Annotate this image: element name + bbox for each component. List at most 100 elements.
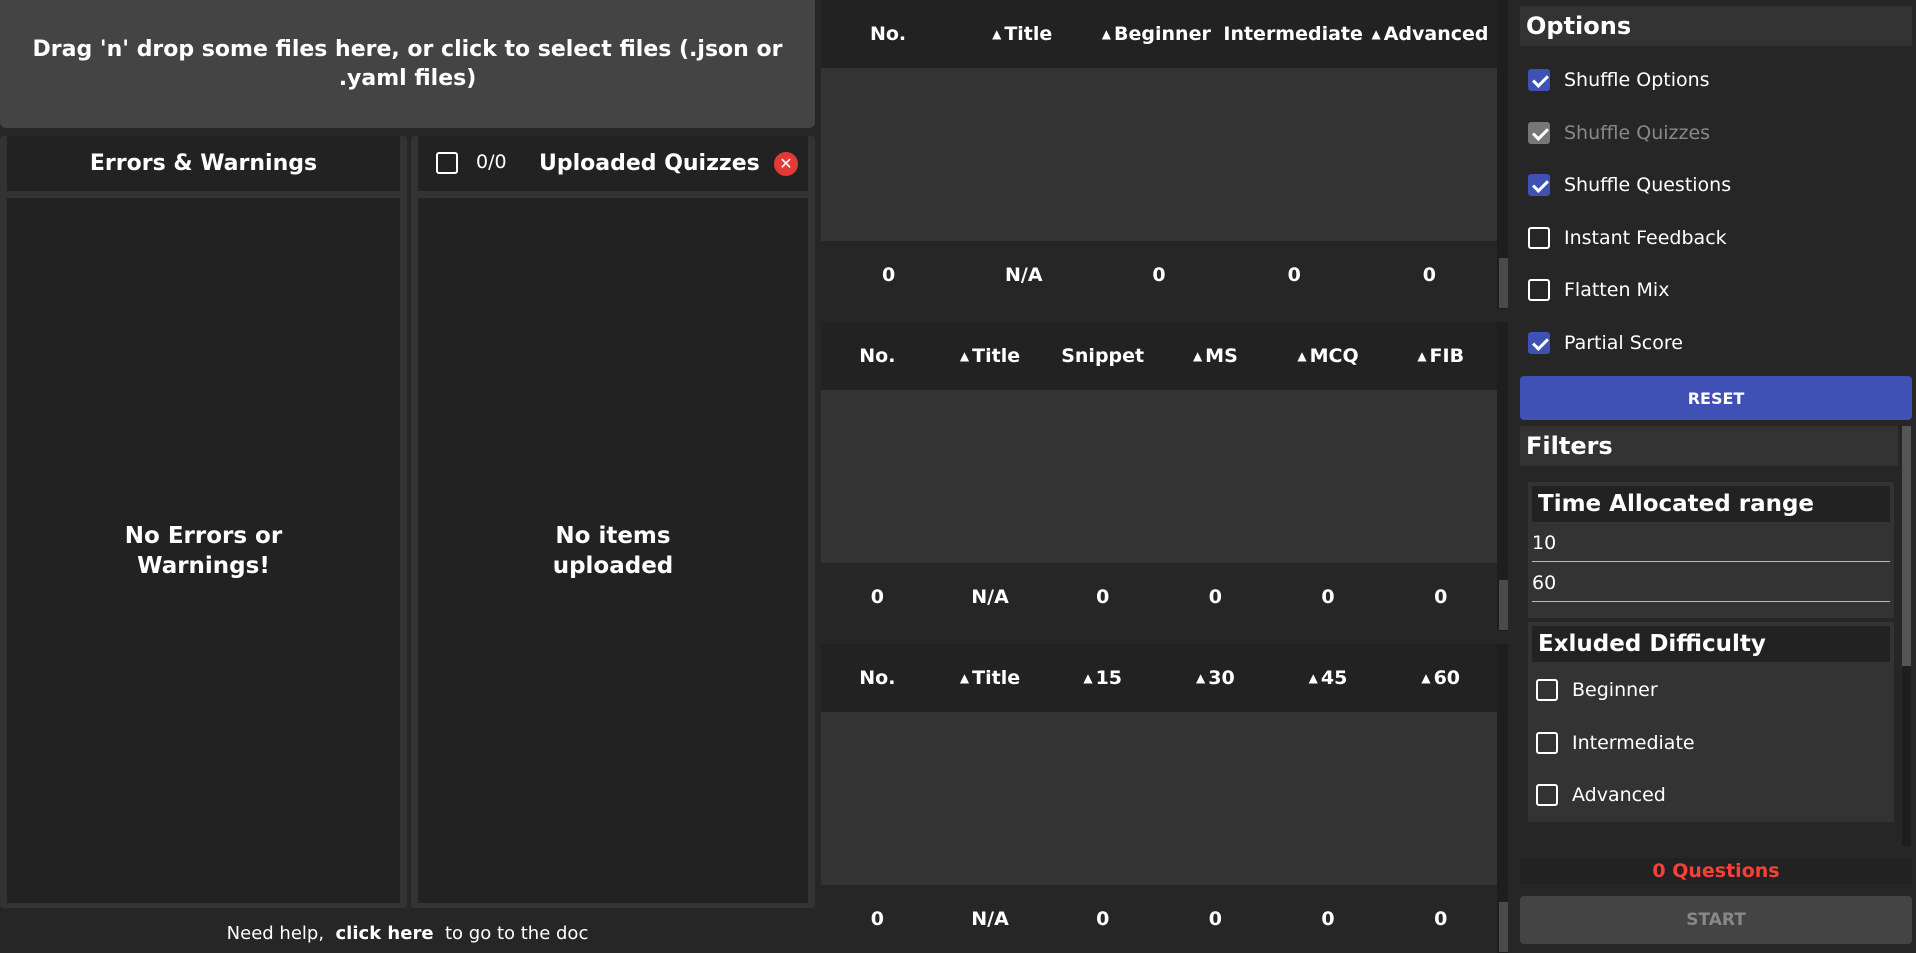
- difficulty-beginner[interactable]: Beginner: [1532, 670, 1890, 710]
- footer-cell: 0: [1208, 908, 1222, 930]
- sort-arrow-icon[interactable]: ▲: [960, 671, 969, 685]
- footer-cell: 0: [1096, 908, 1110, 930]
- sort-arrow-icon[interactable]: ▲: [1083, 671, 1092, 685]
- option-label: Partial Score: [1564, 332, 1683, 354]
- table-body: [821, 390, 1497, 563]
- table-footer: 0 N/A 0 0 0 0: [821, 563, 1497, 631]
- help-prefix: Need help,: [226, 923, 325, 944]
- sort-arrow-icon[interactable]: ▲: [1102, 27, 1111, 41]
- options-title: Options: [1520, 6, 1912, 46]
- column-header: No.: [821, 0, 955, 68]
- partial-score-checkbox[interactable]: [1528, 332, 1550, 354]
- filters-title: Filters: [1520, 426, 1898, 466]
- column-header[interactable]: ▲ 15: [1046, 644, 1159, 712]
- column-header[interactable]: ▲ MS: [1159, 322, 1272, 390]
- option-flatten-mix[interactable]: Flatten Mix: [1520, 272, 1669, 308]
- option-shuffle-questions[interactable]: Shuffle Questions: [1520, 167, 1731, 203]
- footer-cell: 0: [870, 908, 884, 930]
- footer-cell: 0: [1422, 264, 1437, 286]
- filters-panel: Filters Time Allocated range 10 60 Exlud…: [1520, 426, 1912, 846]
- sort-arrow-icon[interactable]: ▲: [1421, 671, 1430, 685]
- file-dropzone[interactable]: Drag 'n' drop some files here, or click …: [0, 0, 815, 128]
- shuffle-options-checkbox[interactable]: [1528, 69, 1550, 91]
- scrollbar-thumb[interactable]: [1499, 902, 1508, 952]
- footer-cell: 0: [1321, 586, 1335, 608]
- shuffle-questions-checkbox[interactable]: [1528, 174, 1550, 196]
- select-all-checkbox[interactable]: [436, 152, 458, 174]
- column-header[interactable]: ▲ 60: [1384, 644, 1497, 712]
- sort-arrow-icon[interactable]: ▲: [1297, 349, 1306, 363]
- sort-arrow-icon[interactable]: ▲: [960, 349, 969, 363]
- table-header: No. ▲ Title ▲ Beginner Intermediate ▲ Advanced: [821, 0, 1497, 68]
- sort-arrow-icon[interactable]: ▲: [992, 27, 1001, 41]
- option-partial-score[interactable]: Partial Score: [1520, 325, 1683, 361]
- column-header-label: Advanced: [1383, 23, 1489, 45]
- difficulty-title: Exluded Difficulty: [1532, 626, 1890, 662]
- column-header: No.: [821, 644, 934, 712]
- table-scrollbar[interactable]: [1497, 0, 1508, 309]
- time-range-filter: Time Allocated range 10 60: [1528, 482, 1894, 618]
- table-scrollbar[interactable]: [1497, 322, 1508, 631]
- column-header-label: 15: [1095, 667, 1123, 689]
- option-label: Instant Feedback: [1564, 227, 1727, 249]
- table-header: No. ▲ Title ▲ 15 ▲ 30 ▲ 45 ▲ 60: [821, 644, 1497, 712]
- footer-cell: 0: [1287, 264, 1301, 286]
- footer-cell: 0: [1096, 586, 1110, 608]
- column-header-label: MCQ: [1309, 345, 1359, 367]
- sort-arrow-icon[interactable]: ▲: [1196, 671, 1205, 685]
- sort-arrow-icon[interactable]: ▲: [1417, 349, 1426, 363]
- intermediate-checkbox[interactable]: [1536, 732, 1558, 754]
- column-header[interactable]: ▲ 45: [1272, 644, 1385, 712]
- sort-arrow-icon[interactable]: ▲: [1371, 27, 1380, 41]
- scrollbar-thumb[interactable]: [1902, 426, 1911, 666]
- column-header[interactable]: ▲ Beginner: [1089, 0, 1223, 68]
- option-instant-feedback[interactable]: Instant Feedback: [1520, 220, 1727, 256]
- sort-arrow-icon[interactable]: ▲: [1309, 671, 1318, 685]
- beginner-checkbox[interactable]: [1536, 679, 1558, 701]
- reset-button[interactable]: RESET: [1520, 376, 1912, 420]
- time-max-input[interactable]: 60: [1532, 564, 1890, 602]
- column-header-label: Title: [972, 345, 1021, 367]
- footer-cell: 0: [1208, 586, 1222, 608]
- table-scrollbar[interactable]: [1497, 644, 1508, 953]
- column-header-label: Intermediate: [1223, 23, 1363, 45]
- column-header-label: 45: [1320, 667, 1348, 689]
- footer-cell: 0: [881, 264, 896, 286]
- quizzes-panel-title: Uploaded Quizzes: [539, 151, 760, 176]
- column-header-label: MS: [1205, 345, 1238, 367]
- column-header[interactable]: ▲ FIB: [1384, 322, 1497, 390]
- quizzes-selected-count: 0/0: [476, 151, 507, 173]
- column-header[interactable]: ▲ 30: [1159, 644, 1272, 712]
- time-min-input[interactable]: 10: [1532, 524, 1890, 562]
- sort-arrow-icon[interactable]: ▲: [1193, 349, 1202, 363]
- option-shuffle-options[interactable]: Shuffle Options: [1520, 62, 1710, 98]
- column-header: Snippet: [1046, 322, 1159, 390]
- column-header-label: No.: [869, 23, 907, 45]
- clear-quizzes-close-icon[interactable]: ✕: [774, 152, 798, 176]
- errors-panel-title: Errors & Warnings: [89, 151, 318, 176]
- footer-cell: 0: [1321, 908, 1335, 930]
- advanced-checkbox[interactable]: [1536, 784, 1558, 806]
- footer-cell: 0: [1434, 586, 1448, 608]
- scrollbar-thumb[interactable]: [1499, 580, 1508, 630]
- footer-cell: 0: [1434, 908, 1448, 930]
- filters-scrollbar[interactable]: [1902, 426, 1911, 846]
- flatten-mix-checkbox[interactable]: [1528, 279, 1550, 301]
- footer-cell: N/A: [971, 908, 1009, 930]
- quizzes-empty-message: No items uploaded: [552, 522, 674, 579]
- column-header: No.: [821, 322, 934, 390]
- difficulty-filter: Exluded Difficulty Beginner Intermediate…: [1528, 622, 1894, 822]
- difficulty-label: Advanced: [1572, 784, 1666, 806]
- scrollbar-thumb[interactable]: [1499, 258, 1508, 308]
- column-header[interactable]: ▲ Title: [934, 644, 1047, 712]
- column-header[interactable]: ▲ Title: [934, 322, 1047, 390]
- column-header[interactable]: ▲ MCQ: [1272, 322, 1385, 390]
- difficulty-advanced[interactable]: Advanced: [1532, 775, 1890, 815]
- difficulty-intermediate[interactable]: Intermediate: [1532, 723, 1890, 763]
- column-header[interactable]: ▲ Advanced: [1363, 0, 1497, 68]
- column-header-label: 60: [1433, 667, 1461, 689]
- start-button[interactable]: START: [1520, 896, 1912, 944]
- instant-feedback-checkbox[interactable]: [1528, 227, 1550, 249]
- help-link[interactable]: click here: [336, 923, 434, 944]
- column-header[interactable]: ▲ Title: [955, 0, 1089, 68]
